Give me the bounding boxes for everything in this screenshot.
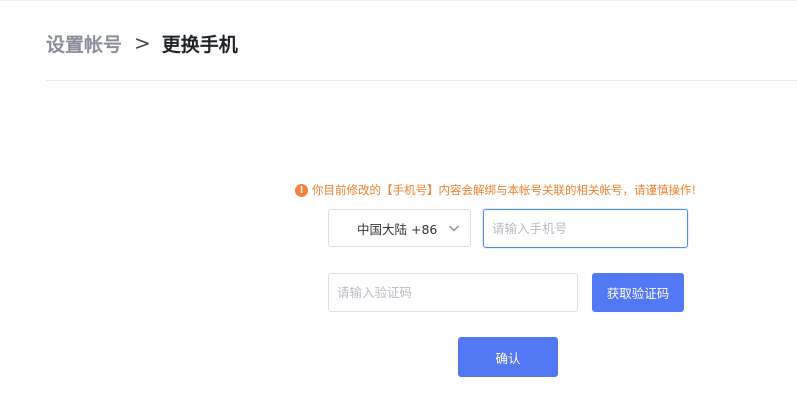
breadcrumb-parent-link[interactable]: 设置帐号	[46, 30, 122, 57]
breadcrumb-separator: >	[134, 31, 151, 55]
confirm-button[interactable]: 确认	[458, 337, 558, 377]
top-rule	[0, 0, 797, 1]
chevron-down-icon	[449, 225, 459, 232]
get-verification-code-button[interactable]: 获取验证码	[592, 273, 684, 312]
phone-number-input[interactable]	[483, 209, 688, 248]
page-title: 更换手机	[161, 33, 238, 56]
header-divider	[46, 80, 797, 81]
warning-text: 你目前修改的【手机号】内容会解绑与本帐号关联的相关帐号，请谨慎操作!	[312, 183, 697, 197]
country-code-value: 中国大陆 +86	[357, 221, 438, 237]
verification-code-input[interactable]	[328, 273, 578, 312]
country-code-select[interactable]: 中国大陆 +86	[328, 209, 471, 247]
breadcrumb: 设置帐号 > 更换手机	[46, 30, 238, 56]
warning-notice: ! 你目前修改的【手机号】内容会解绑与本帐号关联的相关帐号，请谨慎操作!	[295, 181, 696, 199]
warning-icon: !	[295, 183, 308, 197]
